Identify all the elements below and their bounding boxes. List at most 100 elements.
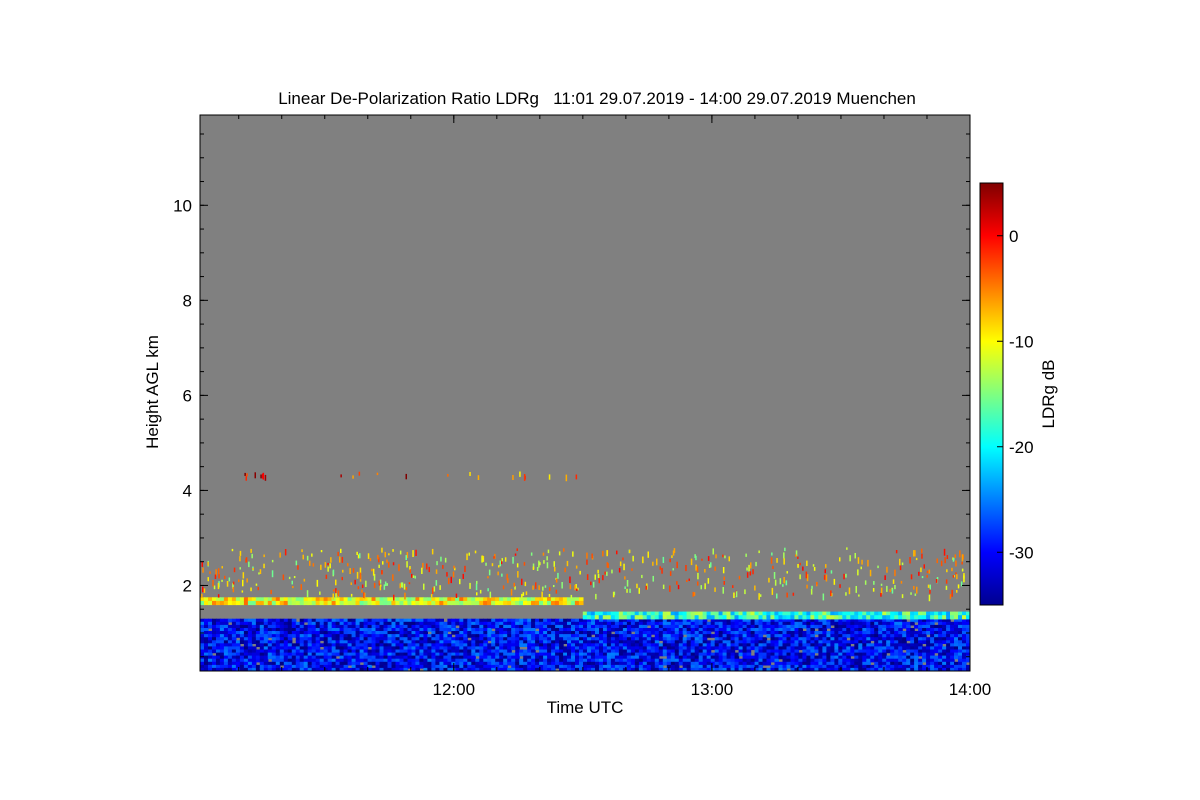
ldr-cell (918, 615, 923, 620)
ldr-cell (251, 600, 257, 606)
ldr-pixel (704, 569, 706, 573)
ldr-cell (539, 597, 544, 602)
ldr-cell (291, 600, 297, 606)
ldr-cell (527, 600, 532, 606)
ldr-cell (634, 615, 640, 620)
ldr-cell (255, 600, 261, 606)
ldr-cell (614, 615, 620, 620)
ldr-pixel (279, 552, 281, 558)
ldr-pixel (300, 584, 302, 590)
ldr-pixel (755, 561, 757, 567)
ldr-cell (435, 597, 440, 602)
ldr-pixel (894, 569, 896, 577)
ldr-pixel (297, 565, 299, 570)
ldr-pixel (514, 553, 517, 556)
ldr-cell (762, 631, 768, 635)
ldr-pixel (797, 564, 799, 568)
ldr-cell (650, 615, 656, 620)
ldr-pixel (309, 560, 311, 566)
ldr-pixel (913, 586, 915, 590)
ldr-pixel (656, 558, 658, 566)
ldr-pixel (320, 564, 322, 570)
ldr-cell (762, 661, 768, 666)
ldr-pixel (250, 548, 252, 553)
ldr-cell (650, 611, 656, 616)
ldr-pixel (956, 574, 958, 580)
ldr-cell (714, 611, 720, 616)
ldr-pixel (935, 579, 938, 583)
ldr-pixel (813, 567, 816, 571)
ldr-cell (766, 611, 771, 616)
ldr-cell (427, 600, 432, 606)
ldr-pixel (758, 550, 760, 554)
ldr-cell (918, 652, 923, 657)
ldr-cell (499, 597, 504, 602)
ldr-pixel (251, 553, 253, 559)
ldr-pixel (569, 576, 571, 583)
ldr-pixel (202, 567, 204, 573)
ldr-pixel (521, 578, 523, 586)
ldr-pixel (638, 587, 640, 594)
ldr-pixel (406, 561, 408, 568)
ldr-pixel (504, 557, 507, 562)
ldr-cell (766, 615, 771, 620)
ldr-cell (475, 597, 480, 602)
ldr-cell (774, 611, 779, 616)
ldr-cell (495, 600, 500, 606)
ldr-cell (204, 597, 209, 602)
ldr-pixel (517, 571, 519, 578)
x-axis-label: Time UTC (547, 698, 624, 717)
ldr-cell (367, 600, 373, 606)
ldr-cell (419, 600, 424, 606)
ldr-cell (610, 628, 616, 632)
ldr-cell (698, 615, 704, 620)
ldr-cell (630, 628, 636, 632)
ldr-pixel (961, 561, 963, 565)
ldr-cell (375, 597, 381, 602)
ldr-pixel (232, 581, 235, 585)
ldr-pixel (479, 589, 482, 594)
ldr-cell (451, 597, 456, 602)
ldr-cell (790, 615, 795, 620)
y-tick-label: 6 (183, 386, 192, 405)
ldr-pixel (459, 578, 461, 585)
ldr-cell (347, 661, 353, 666)
ldr-pixel (217, 568, 220, 575)
ldr-cell (706, 615, 712, 620)
ldr-cell (423, 597, 428, 602)
ldr-pixel (356, 551, 358, 555)
ldr-cell (275, 597, 281, 602)
ldr-pixel (512, 556, 514, 564)
ldr-pixel (498, 565, 500, 568)
ldr-cell (862, 615, 867, 620)
ldr-pixel (825, 564, 827, 568)
ldr-cell (219, 600, 225, 606)
ldr-cell (287, 600, 293, 606)
ldr-cell (231, 597, 237, 602)
ldr-pixel (246, 578, 248, 583)
ldr-cell (618, 615, 624, 620)
ldr-pixel (598, 578, 600, 584)
ldr-pixel (575, 474, 578, 480)
ldr-pixel (732, 585, 734, 588)
ldr-pixel (392, 549, 394, 552)
ldr-pixel (662, 556, 665, 563)
ldr-cell (786, 615, 791, 620)
ldr-pixel (901, 562, 904, 566)
ldr-cell (319, 637, 325, 641)
ldr-pixel (626, 588, 628, 593)
ldr-pixel (632, 555, 634, 562)
ldr-cell (934, 649, 939, 654)
ldr-pixel (575, 565, 578, 569)
ldr-pixel (586, 559, 588, 565)
ldr-cell (834, 615, 839, 620)
ldr-pixel (886, 585, 888, 592)
ldr-pixel (221, 579, 223, 582)
ldr-cell (566, 600, 572, 606)
ldr-pixel (786, 571, 788, 574)
ldr-pixel (381, 547, 383, 553)
ldr-pixel (918, 571, 920, 576)
ldr-cell (698, 611, 704, 616)
ldr-pixel (250, 587, 252, 592)
ldr-pixel (367, 553, 370, 559)
